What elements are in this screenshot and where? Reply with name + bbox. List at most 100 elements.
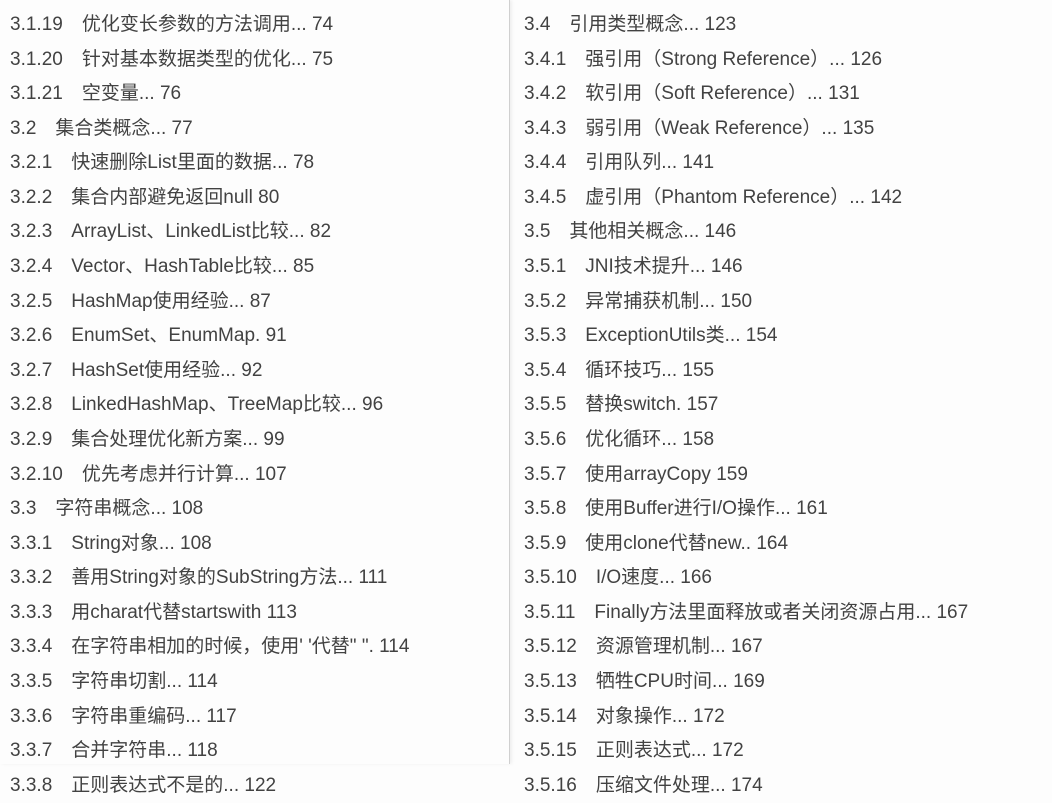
toc-entry-title: 资源管理机制... [596, 630, 726, 665]
toc-entry-page: 172 [693, 700, 725, 735]
toc-entry-title: 针对基本数据类型的优化... [82, 43, 307, 78]
toc-entry-page: 80 [258, 181, 279, 216]
toc-column-left: 3.1.19 优化变长参数的方法调用... 743.1.20 针对基本数据类型的… [0, 0, 510, 764]
toc-entry-page: 146 [711, 250, 743, 285]
toc-entry-title: 强引用（Strong Reference）... [585, 43, 845, 78]
toc-entry-number: 3.5.10 [524, 561, 577, 596]
toc-entry-page: 82 [310, 215, 331, 250]
toc-entry-number: 3.3.1 [10, 527, 52, 562]
toc-entry-number: 3.1.20 [10, 43, 63, 78]
toc-entry[interactable]: 3.3.1 String对象... 108 [10, 527, 499, 562]
toc-entry-title: 软引用（Soft Reference）... [585, 77, 823, 112]
toc-entry-page: 164 [756, 527, 788, 562]
toc-entry[interactable]: 3.5.2 异常捕获机制... 150 [524, 285, 1042, 320]
toc-entry[interactable]: 3.2.5 HashMap使用经验... 87 [10, 285, 499, 320]
toc-entry[interactable]: 3.3.2 善用String对象的SubString方法... 111 [10, 561, 499, 596]
toc-entry[interactable]: 3.3.6 字符串重编码... 117 [10, 700, 499, 735]
toc-entry-title: 集合处理优化新方案... [71, 423, 258, 458]
toc-entry[interactable]: 3.4.3 弱引用（Weak Reference）... 135 [524, 112, 1042, 147]
toc-entry[interactable]: 3.5.12 资源管理机制... 167 [524, 630, 1042, 665]
toc-entry-page: 113 [267, 596, 297, 631]
toc-entry-title: String对象... [71, 527, 174, 562]
toc-entry-page: 146 [705, 215, 737, 250]
toc-entry-number: 3.4.1 [524, 43, 566, 78]
toc-entry-page: 117 [206, 700, 236, 735]
toc-entry-page: 77 [172, 112, 193, 147]
toc-entry[interactable]: 3.5 其他相关概念... 146 [524, 215, 1042, 250]
toc-entry[interactable]: 3.5.3 ExceptionUtils类... 154 [524, 319, 1042, 354]
toc-entry-number: 3.5.16 [524, 769, 577, 803]
toc-entry[interactable]: 3.4.2 软引用（Soft Reference）... 131 [524, 77, 1042, 112]
toc-entry-title: 优化变长参数的方法调用... [82, 8, 307, 43]
toc-entry-title: 优先考虑并行计算... [82, 458, 250, 493]
toc-entry[interactable]: 3.5.13 牺牲CPU时间... 169 [524, 665, 1042, 700]
toc-entry-number: 3.5.9 [524, 527, 566, 562]
toc-entry-title: 牺牲CPU时间... [596, 665, 728, 700]
toc-entry-page: 75 [312, 43, 333, 78]
toc-entry-title: 虚引用（Phantom Reference）... [585, 181, 865, 216]
toc-entry[interactable]: 3.2.4 Vector、HashTable比较... 85 [10, 250, 499, 285]
toc-entry[interactable]: 3.3.3 用charat代替startswith 113 [10, 596, 499, 631]
toc-entry[interactable]: 3.2.1 快速删除List里面的数据... 78 [10, 146, 499, 181]
toc-entry-page: 161 [796, 492, 828, 527]
toc-entry-page: 154 [746, 319, 778, 354]
toc-entry-page: 78 [293, 146, 314, 181]
toc-entry[interactable]: 3.2.7 HashSet使用经验... 92 [10, 354, 499, 389]
toc-entry[interactable]: 3.5.11 Finally方法里面释放或者关闭资源占用... 167 [524, 596, 1042, 631]
toc-entry-title: 循环技巧... [585, 354, 677, 389]
toc-entry[interactable]: 3.5.6 优化循环... 158 [524, 423, 1042, 458]
toc-entry[interactable]: 3.1.21 空变量... 76 [10, 77, 499, 112]
toc-entry-title: 优化循环... [585, 423, 677, 458]
toc-entry-title: 对象操作... [596, 700, 688, 735]
toc-entry[interactable]: 3.2.3 ArrayList、LinkedList比较... 82 [10, 215, 499, 250]
toc-entry[interactable]: 3.4.4 引用队列... 141 [524, 146, 1042, 181]
toc-entry-page: 135 [843, 112, 875, 147]
toc-entry-number: 3.5.4 [524, 354, 566, 389]
toc-entry[interactable]: 3.3 字符串概念... 108 [10, 492, 499, 527]
toc-entry-number: 3.1.21 [10, 77, 63, 112]
toc-entry-title: 字符串重编码... [71, 700, 201, 735]
toc-entry-title: 集合内部避免返回null [71, 181, 253, 216]
toc-entry[interactable]: 3.2.2 集合内部避免返回null 80 [10, 181, 499, 216]
toc-entry-title: Finally方法里面释放或者关闭资源占用... [594, 596, 931, 631]
toc-entry-number: 3.5.12 [524, 630, 577, 665]
toc-entry[interactable]: 3.3.8 正则表达式不是的... 122 [10, 769, 499, 803]
toc-entry[interactable]: 3.5.16 压缩文件处理... 174 [524, 769, 1042, 803]
toc-entry-page: 159 [716, 458, 748, 493]
toc-entry-page: 123 [705, 8, 737, 43]
toc-entry-number: 3.2.3 [10, 215, 52, 250]
toc-entry[interactable]: 3.2.10 优先考虑并行计算... 107 [10, 458, 499, 493]
toc-entry-number: 3.2.10 [10, 458, 63, 493]
toc-entry-page: 114 [187, 665, 217, 700]
toc-entry[interactable]: 3.2.6 EnumSet、EnumMap. 91 [10, 319, 499, 354]
toc-entry[interactable]: 3.5.9 使用clone代替new.. 164 [524, 527, 1042, 562]
toc-entry[interactable]: 3.5.1 JNI技术提升... 146 [524, 250, 1042, 285]
toc-entry-title: 集合类概念... [55, 112, 166, 147]
toc-entry-number: 3.5.7 [524, 458, 566, 493]
toc-entry-page: 167 [936, 596, 968, 631]
toc-entry[interactable]: 3.5.4 循环技巧... 155 [524, 354, 1042, 389]
toc-entry[interactable]: 3.5.8 使用Buffer进行I/O操作... 161 [524, 492, 1042, 527]
toc-entry[interactable]: 3.5.7 使用arrayCopy 159 [524, 458, 1042, 493]
toc-entry[interactable]: 3.1.19 优化变长参数的方法调用... 74 [10, 8, 499, 43]
toc-entry[interactable]: 3.3.5 字符串切割... 114 [10, 665, 499, 700]
toc-entry[interactable]: 3.4.5 虚引用（Phantom Reference）... 142 [524, 181, 1042, 216]
toc-entry[interactable]: 3.2.9 集合处理优化新方案... 99 [10, 423, 499, 458]
toc-entry[interactable]: 3.3.4 在字符串相加的时候，使用' '代替" ". 114 [10, 630, 499, 665]
toc-entry[interactable]: 3.2.8 LinkedHashMap、TreeMap比较... 96 [10, 388, 499, 423]
toc-entry-number: 3.3.6 [10, 700, 52, 735]
toc-entry-title: 善用String对象的SubString方法... [71, 561, 353, 596]
toc-entry-title: 引用类型概念... [569, 8, 699, 43]
toc-entry[interactable]: 3.4 引用类型概念... 123 [524, 8, 1042, 43]
toc-entry-page: 174 [731, 769, 763, 803]
toc-entry[interactable]: 3.5.10 I/O速度... 166 [524, 561, 1042, 596]
toc-entry[interactable]: 3.4.1 强引用（Strong Reference）... 126 [524, 43, 1042, 78]
toc-entry-title: ExceptionUtils类... [585, 319, 740, 354]
toc-entry[interactable]: 3.5.14 对象操作... 172 [524, 700, 1042, 735]
toc-entry[interactable]: 3.5.5 替换switch. 157 [524, 388, 1042, 423]
toc-entry[interactable]: 3.1.20 针对基本数据类型的优化... 75 [10, 43, 499, 78]
toc-entry-number: 3.4.4 [524, 146, 566, 181]
toc-entry-number: 3.5.5 [524, 388, 566, 423]
toc-entry-title: LinkedHashMap、TreeMap比较... [71, 388, 356, 423]
toc-entry[interactable]: 3.2 集合类概念... 77 [10, 112, 499, 147]
